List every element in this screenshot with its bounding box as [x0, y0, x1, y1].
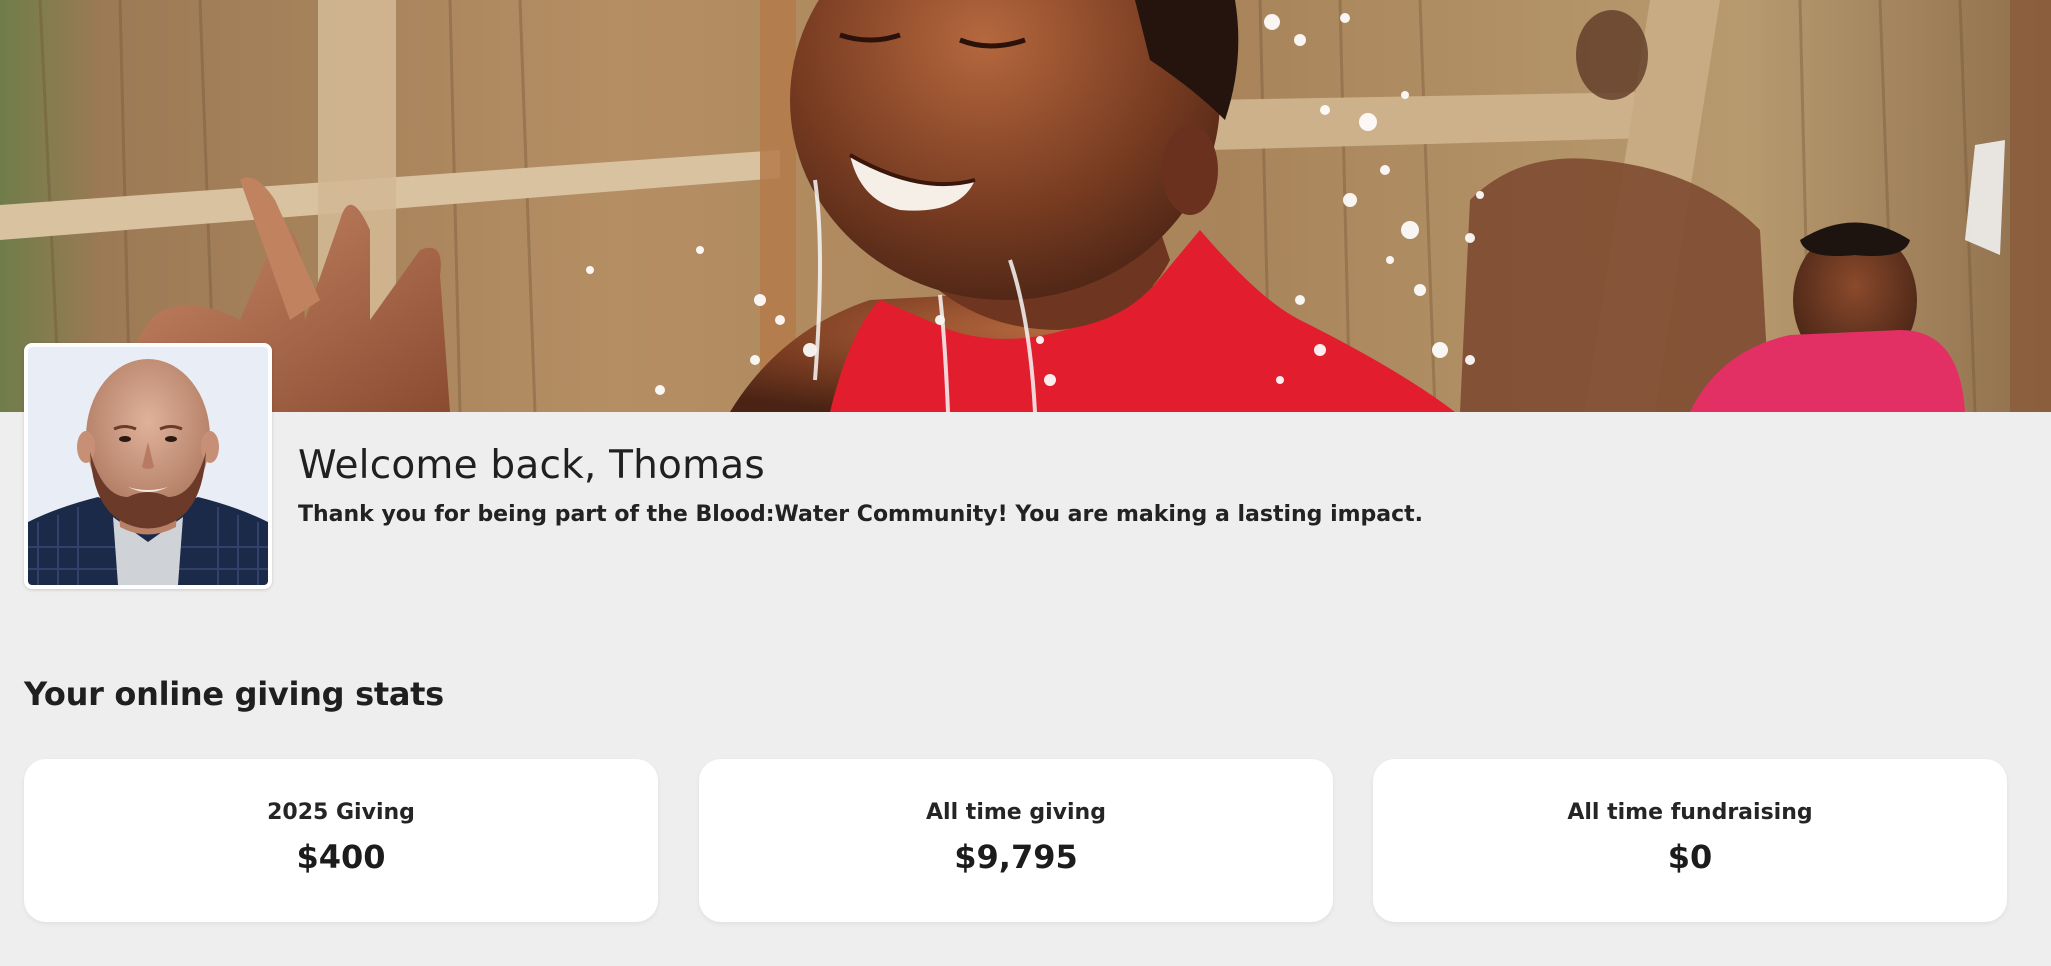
stat-card-all-time-giving: All time giving $9,795	[699, 759, 1333, 922]
stat-label: 2025 Giving	[267, 800, 415, 825]
welcome-heading: Welcome back, Thomas	[298, 443, 765, 488]
stat-label: All time fundraising	[1567, 800, 1813, 825]
stat-label: All time giving	[926, 800, 1106, 825]
stat-value: $400	[296, 838, 386, 876]
giving-stats-heading: Your online giving stats	[24, 675, 444, 713]
profile-avatar	[24, 343, 272, 589]
welcome-subtitle: Thank you for being part of the Blood:Wa…	[298, 502, 1424, 527]
stat-value: $9,795	[954, 838, 1078, 876]
stat-card-all-time-fundraising: All time fundraising $0	[1373, 759, 2007, 922]
stat-value: $0	[1667, 838, 1713, 876]
hero-banner-image	[0, 0, 2051, 412]
stat-card-2025-giving: 2025 Giving $400	[24, 759, 658, 922]
